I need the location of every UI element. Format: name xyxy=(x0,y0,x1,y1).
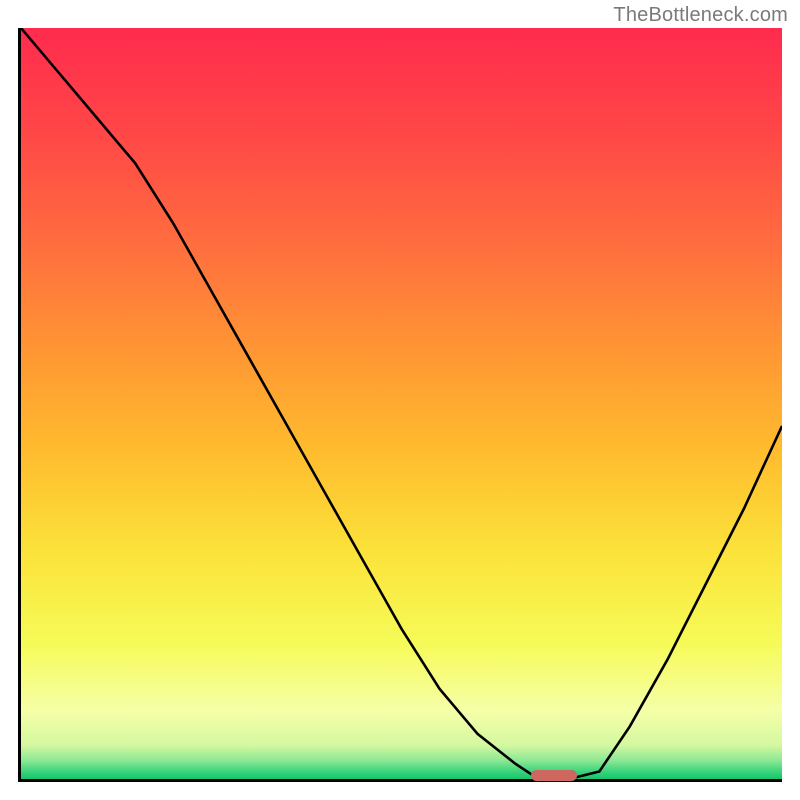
watermark-text: TheBottleneck.com xyxy=(613,4,788,27)
bottleneck-curve xyxy=(21,28,782,779)
minimum-marker xyxy=(531,770,577,781)
plot-area xyxy=(18,28,782,782)
chart-container: TheBottleneck.com xyxy=(0,0,800,800)
